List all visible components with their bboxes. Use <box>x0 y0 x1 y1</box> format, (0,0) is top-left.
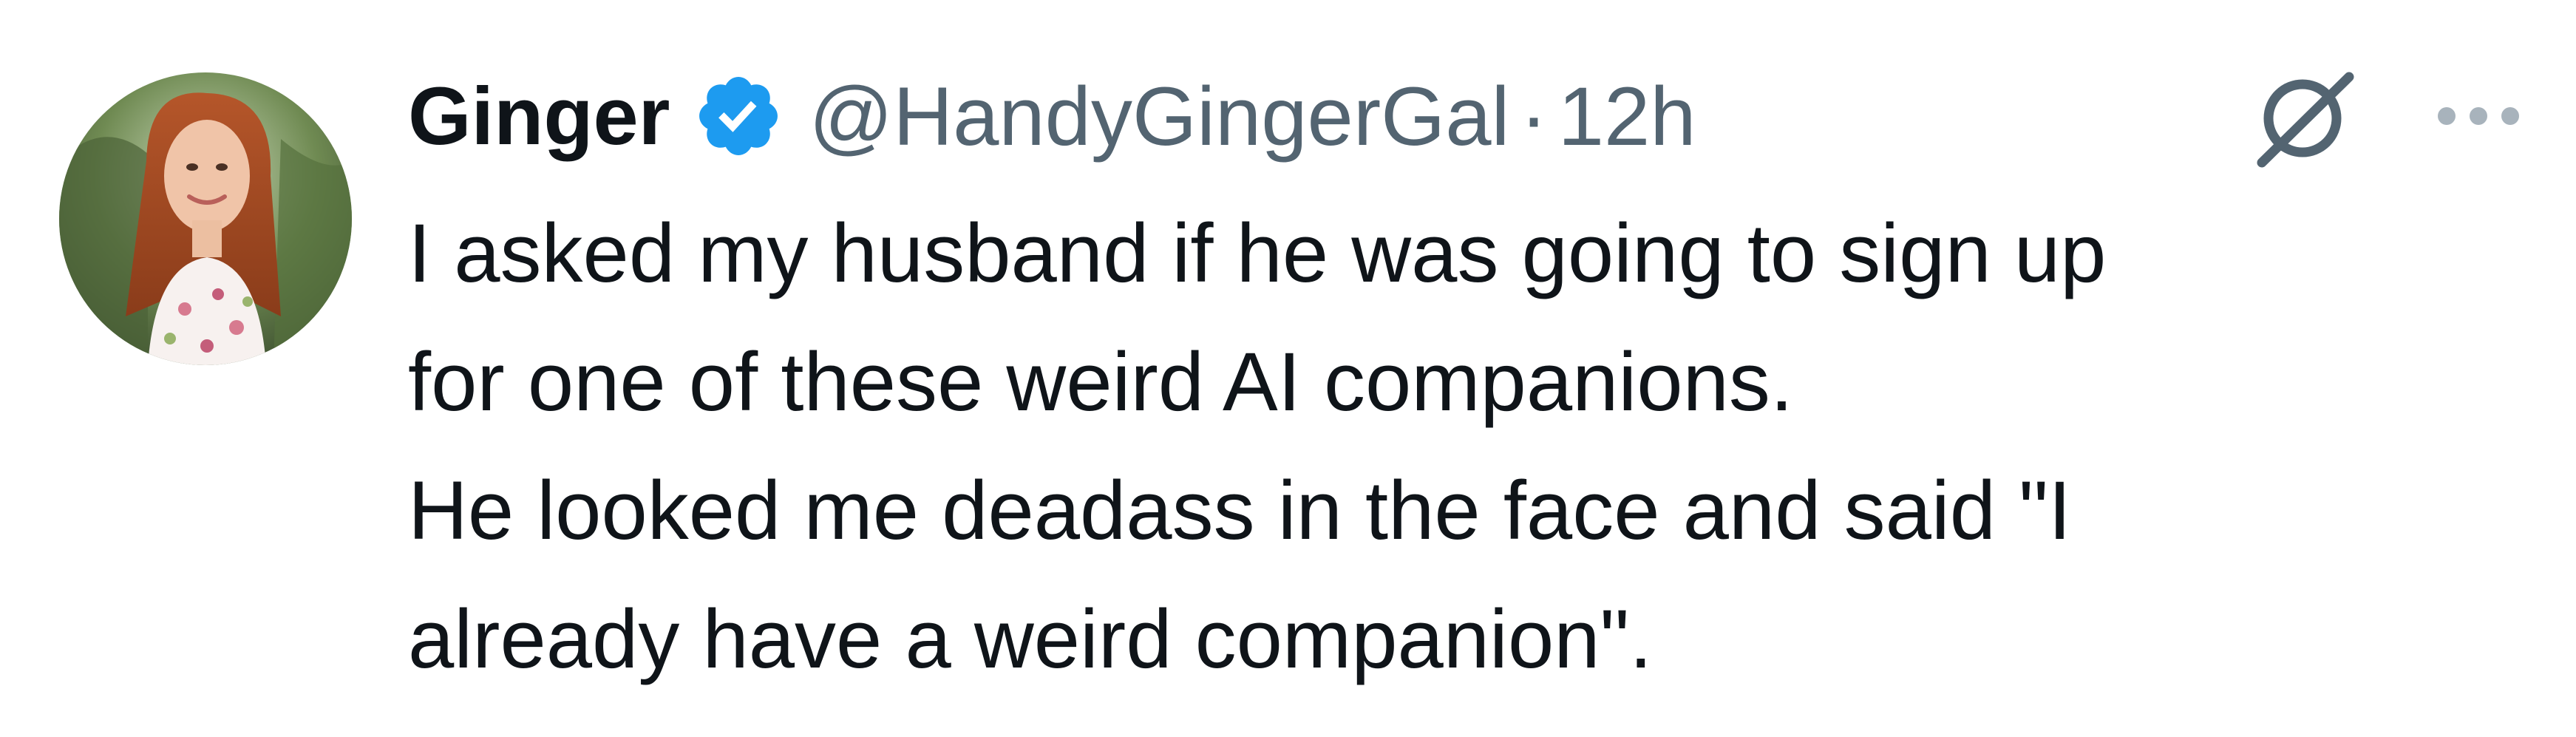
grok-icon[interactable] <box>2247 61 2358 171</box>
tweet-line: already have a weird companion". <box>408 593 1653 685</box>
author-handle[interactable]: @HandyGingerGal <box>809 69 1510 164</box>
verified-badge-icon[interactable] <box>693 70 784 162</box>
more-options-icon[interactable] <box>2423 98 2534 135</box>
display-name[interactable]: Ginger <box>408 69 670 163</box>
tweet-card: Ginger @HandyGingerGal · 12h I asked my … <box>0 0 2576 737</box>
tweet-body: I asked my husband if he was going to si… <box>408 189 2522 704</box>
tweet-line: for one of these weird AI companions. <box>408 336 1793 428</box>
avatar[interactable] <box>59 72 352 365</box>
tweet-header: Ginger @HandyGingerGal · 12h <box>408 61 1696 171</box>
tweet-line: I asked my husband if he was going to si… <box>408 207 2107 299</box>
tweet-line: He looked me deadass in the face and sai… <box>408 464 2072 557</box>
avatar-photo <box>59 72 352 365</box>
separator-dot: · <box>1520 69 1548 163</box>
tweet-timestamp[interactable]: 12h <box>1558 69 1696 164</box>
